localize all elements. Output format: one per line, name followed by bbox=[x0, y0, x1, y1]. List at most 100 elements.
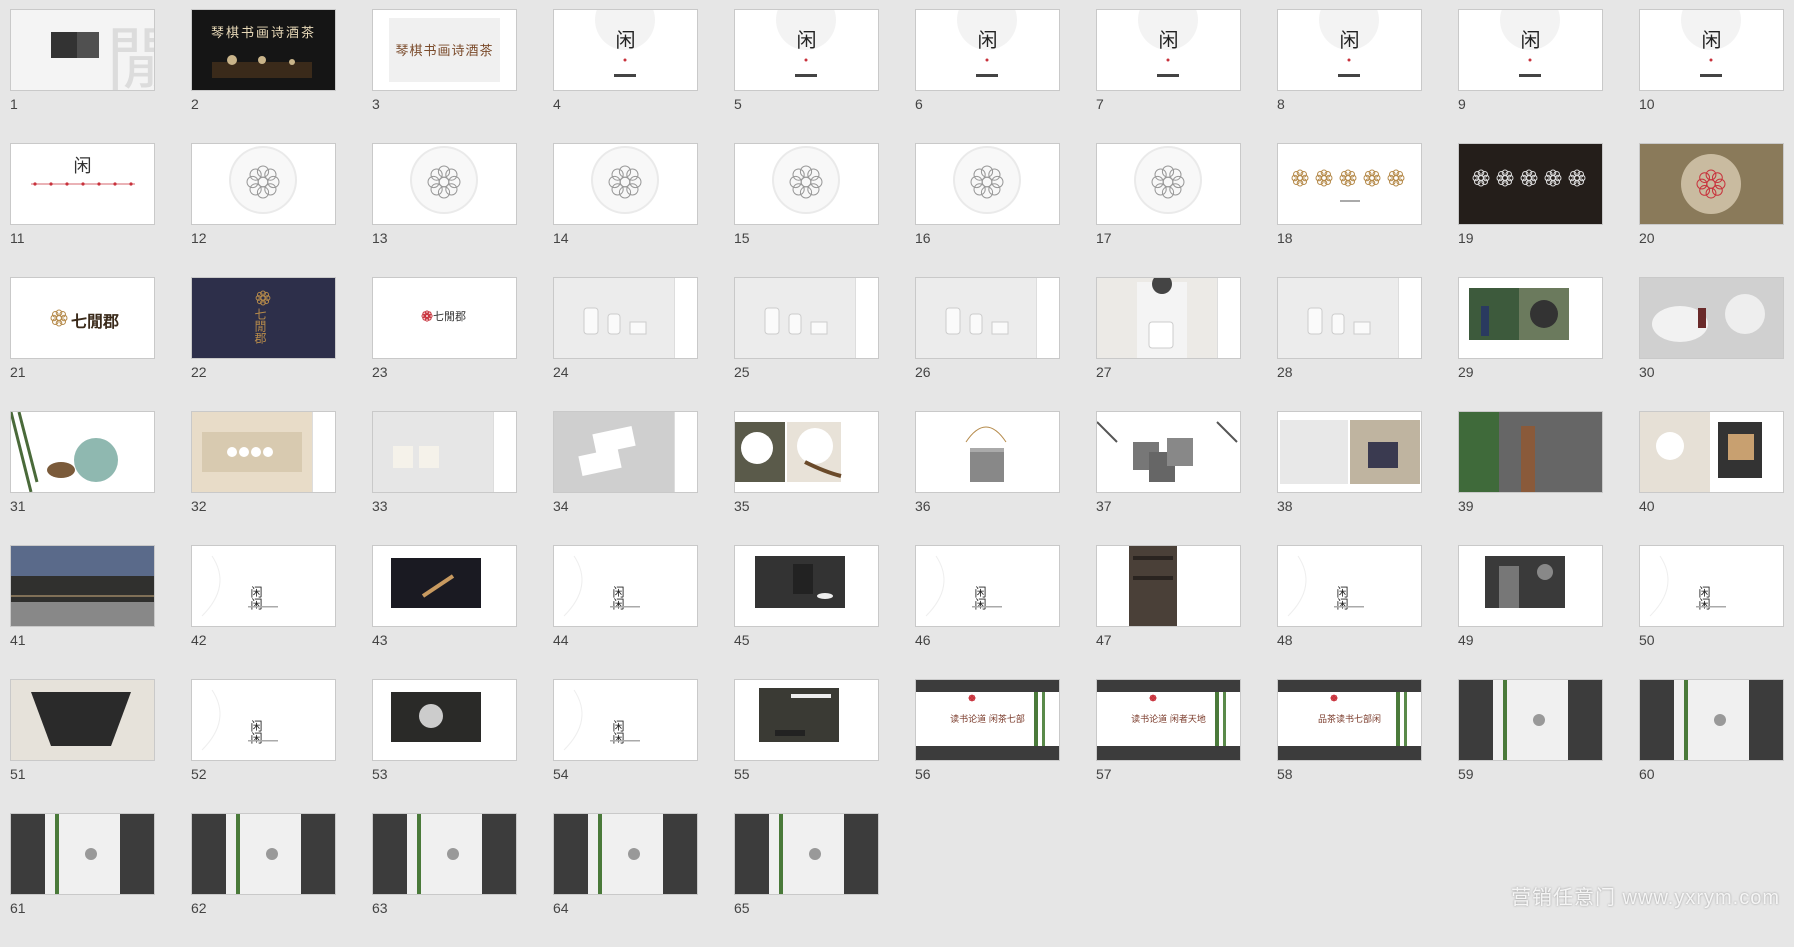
slide-thumbnail-5[interactable]: 闲5 bbox=[734, 9, 879, 143]
slide-thumbnail-1[interactable]: 閒1 bbox=[10, 9, 155, 143]
slide-thumbnail-29[interactable]: 29 bbox=[1458, 277, 1603, 411]
slide-thumbnail-10[interactable]: 闲 10 bbox=[1639, 9, 1784, 143]
slide-thumbnail-44[interactable]: 闲闲 44 bbox=[553, 545, 698, 679]
slide-thumbnail-45[interactable]: 45 bbox=[734, 545, 879, 679]
slide-preview[interactable]: 读书论道 闲者天地 bbox=[1096, 679, 1241, 761]
slide-preview[interactable] bbox=[553, 813, 698, 895]
slide-thumbnail-23[interactable]: 七閒郡 23 bbox=[372, 277, 517, 411]
slide-thumbnail-51[interactable]: 51 bbox=[10, 679, 155, 813]
slide-thumbnail-64[interactable]: 64 bbox=[553, 813, 698, 947]
slide-preview[interactable]: 闲 bbox=[1639, 9, 1784, 91]
slide-preview[interactable] bbox=[553, 143, 698, 225]
slide-thumbnail-15[interactable]: 15 bbox=[734, 143, 879, 277]
slide-thumbnail-8[interactable]: 闲8 bbox=[1277, 9, 1422, 143]
slide-thumbnail-13[interactable]: 13 bbox=[372, 143, 517, 277]
slide-preview[interactable] bbox=[1639, 277, 1784, 359]
slide-preview[interactable] bbox=[734, 277, 879, 359]
slide-thumbnail-63[interactable]: 63 bbox=[372, 813, 517, 947]
slide-preview[interactable] bbox=[372, 813, 517, 895]
slide-thumbnail-11[interactable]: 闲 11 bbox=[10, 143, 155, 277]
slide-preview[interactable] bbox=[915, 143, 1060, 225]
slide-preview[interactable]: 七閒郡 bbox=[372, 277, 517, 359]
slide-thumbnail-47[interactable]: 47 bbox=[1096, 545, 1241, 679]
slide-preview[interactable] bbox=[915, 411, 1060, 493]
slide-thumbnail-30[interactable]: 30 bbox=[1639, 277, 1784, 411]
slide-thumbnail-57[interactable]: 读书论道 闲者天地 57 bbox=[1096, 679, 1241, 813]
slide-preview[interactable]: 读书论道 闲茶七部 bbox=[915, 679, 1060, 761]
slide-thumbnail-62[interactable]: 62 bbox=[191, 813, 336, 947]
slide-thumbnail-42[interactable]: 闲闲 42 bbox=[191, 545, 336, 679]
slide-preview[interactable] bbox=[191, 143, 336, 225]
slide-preview[interactable] bbox=[1277, 411, 1422, 493]
slide-thumbnail-61[interactable]: 61 bbox=[10, 813, 155, 947]
slide-preview[interactable] bbox=[10, 545, 155, 627]
slide-preview[interactable] bbox=[10, 411, 155, 493]
slide-thumbnail-21[interactable]: 七閒郡 21 bbox=[10, 277, 155, 411]
slide-preview[interactable]: 闲 bbox=[734, 9, 879, 91]
slide-preview[interactable]: 閒 bbox=[10, 9, 155, 91]
slide-thumbnail-60[interactable]: 60 bbox=[1639, 679, 1784, 813]
slide-preview[interactable]: 闲 bbox=[553, 9, 698, 91]
slide-preview[interactable] bbox=[1277, 277, 1422, 359]
slide-thumbnail-54[interactable]: 闲闲 54 bbox=[553, 679, 698, 813]
slide-preview[interactable]: 闲 bbox=[1458, 9, 1603, 91]
slide-thumbnail-59[interactable]: 59 bbox=[1458, 679, 1603, 813]
slide-preview[interactable] bbox=[1639, 679, 1784, 761]
slide-preview[interactable]: 闲闲 bbox=[191, 545, 336, 627]
slide-preview[interactable] bbox=[10, 679, 155, 761]
slide-preview[interactable] bbox=[553, 411, 698, 493]
slide-thumbnail-32[interactable]: 32 bbox=[191, 411, 336, 545]
slide-thumbnail-28[interactable]: 28 bbox=[1277, 277, 1422, 411]
slide-preview[interactable] bbox=[191, 411, 336, 493]
slide-preview[interactable]: 闲 bbox=[1096, 9, 1241, 91]
slide-preview[interactable] bbox=[1458, 277, 1603, 359]
slide-preview[interactable] bbox=[1458, 545, 1603, 627]
slide-thumbnail-6[interactable]: 闲6 bbox=[915, 9, 1060, 143]
slide-thumbnail-18[interactable]: 18 bbox=[1277, 143, 1422, 277]
slide-thumbnail-46[interactable]: 闲闲 46 bbox=[915, 545, 1060, 679]
slide-thumbnail-43[interactable]: 43 bbox=[372, 545, 517, 679]
slide-preview[interactable]: 闲 bbox=[1277, 9, 1422, 91]
slide-preview[interactable]: 品茶读书七部闲 bbox=[1277, 679, 1422, 761]
slide-thumbnail-17[interactable]: 17 bbox=[1096, 143, 1241, 277]
slide-thumbnail-39[interactable]: 39 bbox=[1458, 411, 1603, 545]
slide-thumbnail-9[interactable]: 闲9 bbox=[1458, 9, 1603, 143]
slide-preview[interactable] bbox=[1096, 411, 1241, 493]
slide-thumbnail-24[interactable]: 24 bbox=[553, 277, 698, 411]
slide-preview[interactable]: 琴棋书画诗酒茶 bbox=[372, 9, 517, 91]
slide-preview[interactable]: 闲闲 bbox=[1277, 545, 1422, 627]
slide-preview[interactable] bbox=[372, 143, 517, 225]
slide-thumbnail-4[interactable]: 闲4 bbox=[553, 9, 698, 143]
slide-thumbnail-27[interactable]: 27 bbox=[1096, 277, 1241, 411]
slide-preview[interactable] bbox=[734, 411, 879, 493]
slide-thumbnail-2[interactable]: 琴棋书画诗酒茶 2 bbox=[191, 9, 336, 143]
slide-thumbnail-38[interactable]: 38 bbox=[1277, 411, 1422, 545]
slide-preview[interactable] bbox=[1096, 545, 1241, 627]
slide-thumbnail-7[interactable]: 闲7 bbox=[1096, 9, 1241, 143]
slide-preview[interactable] bbox=[1458, 411, 1603, 493]
slide-thumbnail-19[interactable]: 19 bbox=[1458, 143, 1603, 277]
slide-preview[interactable]: 闲 bbox=[915, 9, 1060, 91]
slide-preview[interactable] bbox=[553, 277, 698, 359]
slide-thumbnail-14[interactable]: 14 bbox=[553, 143, 698, 277]
slide-preview[interactable] bbox=[1639, 411, 1784, 493]
slide-preview[interactable] bbox=[372, 679, 517, 761]
slide-preview[interactable] bbox=[372, 411, 517, 493]
slide-thumbnail-65[interactable]: 65 bbox=[734, 813, 879, 947]
slide-thumbnail-12[interactable]: 12 bbox=[191, 143, 336, 277]
slide-thumbnail-50[interactable]: 闲闲 50 bbox=[1639, 545, 1784, 679]
slide-thumbnail-22[interactable]: 七閒郡 22 bbox=[191, 277, 336, 411]
slide-thumbnail-26[interactable]: 26 bbox=[915, 277, 1060, 411]
slide-preview[interactable]: 闲闲 bbox=[191, 679, 336, 761]
slide-preview[interactable] bbox=[1639, 143, 1784, 225]
slide-preview[interactable]: 闲闲 bbox=[553, 545, 698, 627]
slide-thumbnail-25[interactable]: 25 bbox=[734, 277, 879, 411]
slide-preview[interactable]: 闲闲 bbox=[553, 679, 698, 761]
slide-preview[interactable] bbox=[734, 813, 879, 895]
slide-preview[interactable] bbox=[1096, 277, 1241, 359]
slide-thumbnail-48[interactable]: 闲闲 48 bbox=[1277, 545, 1422, 679]
slide-thumbnail-31[interactable]: 31 bbox=[10, 411, 155, 545]
slide-thumbnail-40[interactable]: 40 bbox=[1639, 411, 1784, 545]
slide-thumbnail-16[interactable]: 16 bbox=[915, 143, 1060, 277]
slide-thumbnail-52[interactable]: 闲闲 52 bbox=[191, 679, 336, 813]
